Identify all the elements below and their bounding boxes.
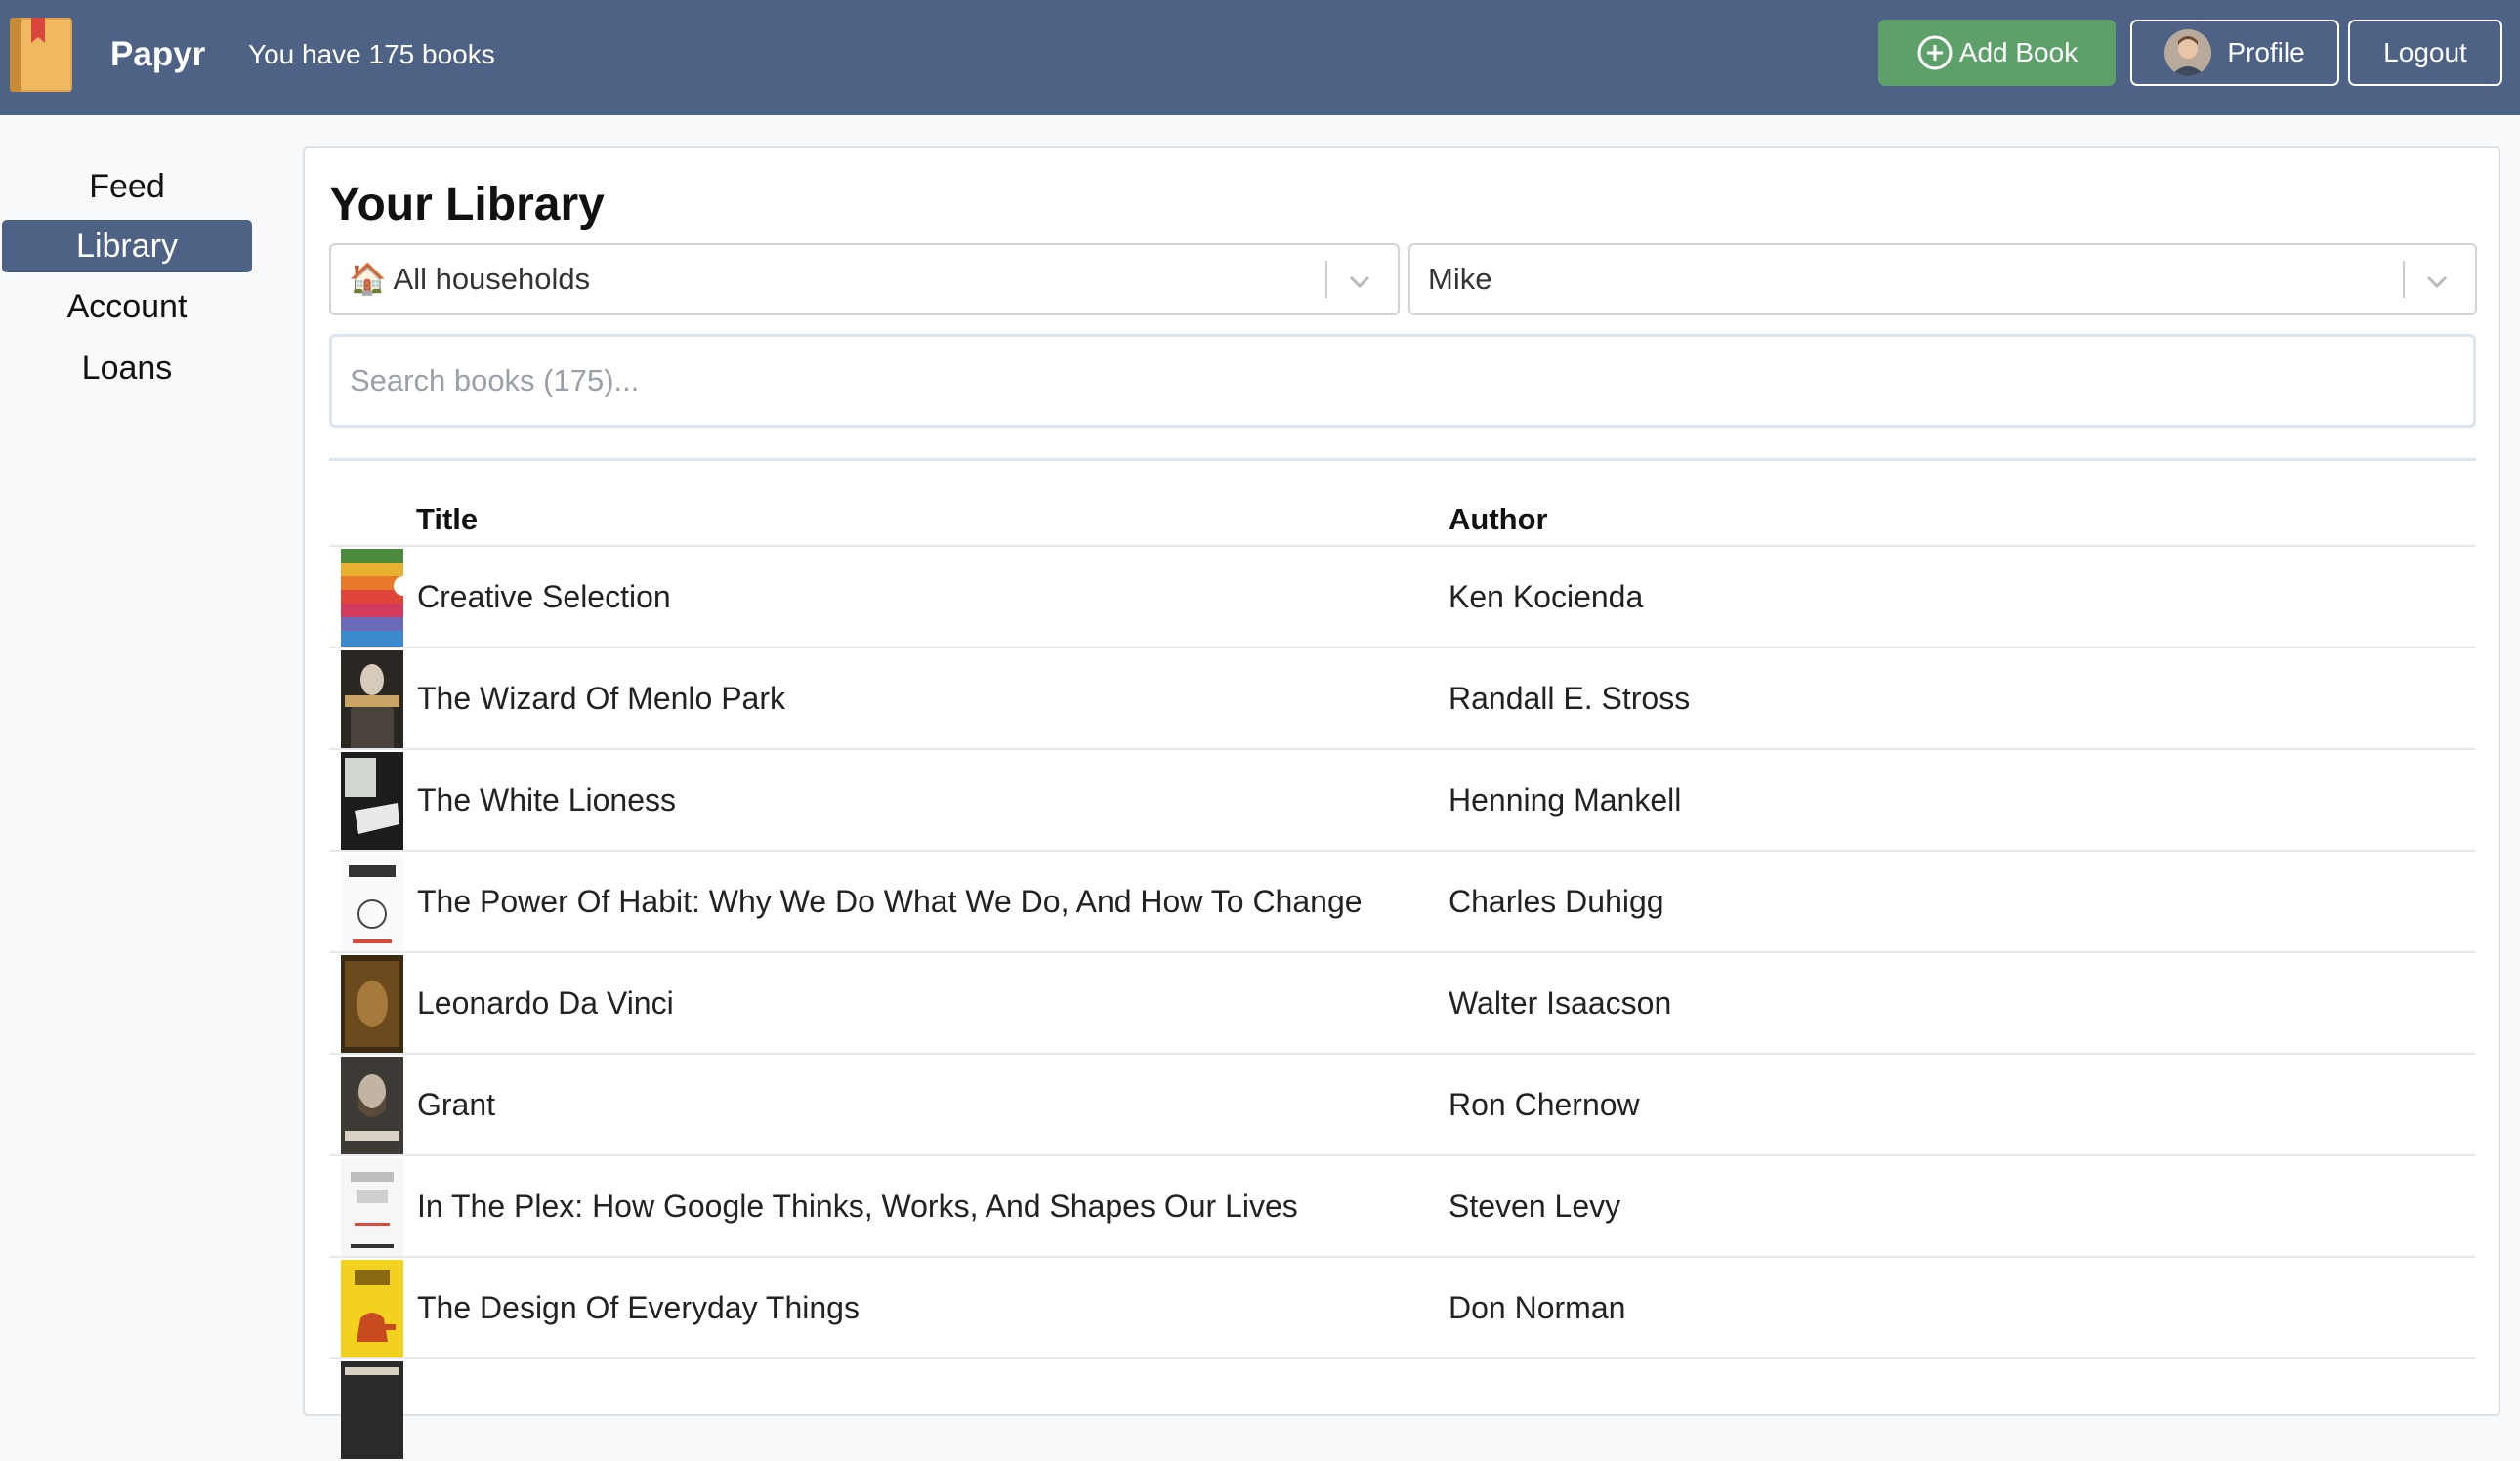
table-row[interactable]: [329, 1357, 2476, 1461]
profile-button[interactable]: Profile: [2130, 20, 2339, 86]
table-row[interactable]: Creative Selection Ken Kocienda: [329, 545, 2476, 648]
table-row[interactable]: Leonardo Da Vinci Walter Isaacson: [329, 951, 2476, 1055]
logout-button[interactable]: Logout: [2348, 20, 2502, 86]
library-card: Your Library 🏠 All households Mike Searc…: [303, 146, 2500, 1459]
book-title[interactable]: The Design Of Everyday Things: [417, 1258, 860, 1357]
column-header-title[interactable]: Title: [416, 498, 478, 541]
top-navbar: Papyr You have 175 books Add Book Profil…: [0, 0, 2520, 115]
book-cover: [341, 1361, 403, 1459]
sidebar-item-loans[interactable]: Loans: [2, 342, 252, 395]
book-author: Charles Duhigg: [1449, 884, 1664, 919]
book-cover: [341, 549, 403, 647]
chevron-down-icon[interactable]: [1345, 267, 1374, 296]
add-book-button[interactable]: Add Book: [1878, 20, 2116, 86]
book-title[interactable]: Creative Selection: [417, 547, 671, 647]
house-icon: 🏠: [349, 262, 387, 296]
book-title[interactable]: In The Plex: How Google Thinks, Works, A…: [417, 1156, 1298, 1256]
sidebar-item-account[interactable]: Account: [2, 280, 252, 333]
book-count-text: You have 175 books: [248, 39, 495, 69]
avatar: [2164, 29, 2212, 76]
table-row[interactable]: The Design Of Everyday Things Don Norman: [329, 1256, 2476, 1359]
book-title[interactable]: Leonardo Da Vinci: [417, 953, 674, 1053]
logout-label: Logout: [2383, 37, 2467, 67]
book-author: Steven Levy: [1449, 1189, 1621, 1224]
table-row[interactable]: The White Lioness Henning Mankell: [329, 748, 2476, 852]
search-input[interactable]: Search books (175)...: [329, 334, 2476, 428]
book-cover: [341, 1260, 403, 1357]
book-author: Walter Isaacson: [1449, 985, 1672, 1021]
page-title: Your Library: [329, 179, 605, 230]
table-row[interactable]: The Power Of Habit: Why We Do What We Do…: [329, 850, 2476, 953]
table-row[interactable]: Grant Ron Chernow: [329, 1053, 2476, 1156]
profile-label: Profile: [2227, 37, 2305, 67]
member-select-value: Mike: [1428, 262, 1492, 296]
book-cover: [341, 955, 403, 1053]
book-author: Ron Chernow: [1449, 1087, 1640, 1122]
book-title[interactable]: The Power Of Habit: Why We Do What We Do…: [417, 852, 1363, 951]
book-cover: [341, 752, 403, 850]
book-cover: [341, 1158, 403, 1256]
book-author: Don Norman: [1449, 1290, 1626, 1325]
add-book-label: Add Book: [1958, 37, 2079, 67]
book-cover: [341, 854, 403, 951]
select-separator: [1325, 261, 1327, 298]
household-select[interactable]: 🏠 All households: [329, 243, 1400, 315]
column-header-author[interactable]: Author: [1449, 498, 1548, 541]
table-row[interactable]: In The Plex: How Google Thinks, Works, A…: [329, 1154, 2476, 1258]
divider: [329, 458, 2476, 461]
sidebar-item-feed[interactable]: Feed: [2, 160, 252, 213]
book-author: Ken Kocienda: [1449, 579, 1644, 614]
book-title[interactable]: The White Lioness: [417, 750, 676, 850]
sidebar-item-library[interactable]: Library: [2, 220, 252, 272]
household-select-label: All households: [393, 262, 591, 296]
select-separator: [2403, 261, 2405, 298]
book-author: Randall E. Stross: [1449, 681, 1691, 716]
book-cover: [341, 1057, 403, 1154]
chevron-down-icon[interactable]: [2422, 267, 2452, 296]
household-select-value: 🏠 All households: [349, 245, 590, 313]
plus-circle-icon: [1917, 35, 1953, 70]
book-cover: [341, 650, 403, 748]
book-author: Henning Mankell: [1449, 782, 1682, 817]
member-select[interactable]: Mike: [1408, 243, 2477, 315]
book-title[interactable]: Grant: [417, 1055, 495, 1154]
papyr-logo-icon[interactable]: [6, 14, 76, 94]
book-title[interactable]: The Wizard Of Menlo Park: [417, 648, 785, 748]
table-row[interactable]: The Wizard Of Menlo Park Randall E. Stro…: [329, 647, 2476, 750]
brand-name[interactable]: Papyr: [110, 29, 205, 80]
